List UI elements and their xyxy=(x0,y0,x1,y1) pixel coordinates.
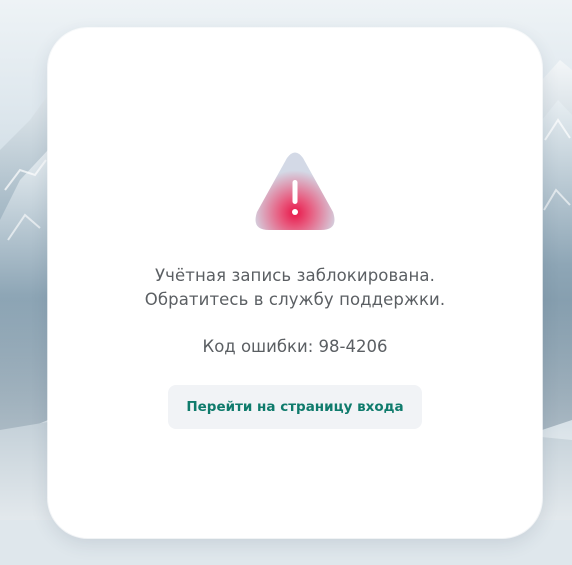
error-message: Учётная запись заблокирована. Обратитесь… xyxy=(48,264,542,312)
exclamation-mark xyxy=(292,180,298,204)
account-locked-dialog: Учётная запись заблокирована. Обратитесь… xyxy=(48,28,542,538)
error-message-line2: Обратитесь в службу поддержки. xyxy=(144,290,446,309)
error-code: Код ошибки: 98-4206 xyxy=(202,337,388,356)
warning-triangle-icon xyxy=(255,152,335,230)
error-message-line1: Учётная запись заблокирована. xyxy=(155,266,435,285)
go-to-login-button[interactable]: Перейти на страницу входа xyxy=(168,385,422,429)
